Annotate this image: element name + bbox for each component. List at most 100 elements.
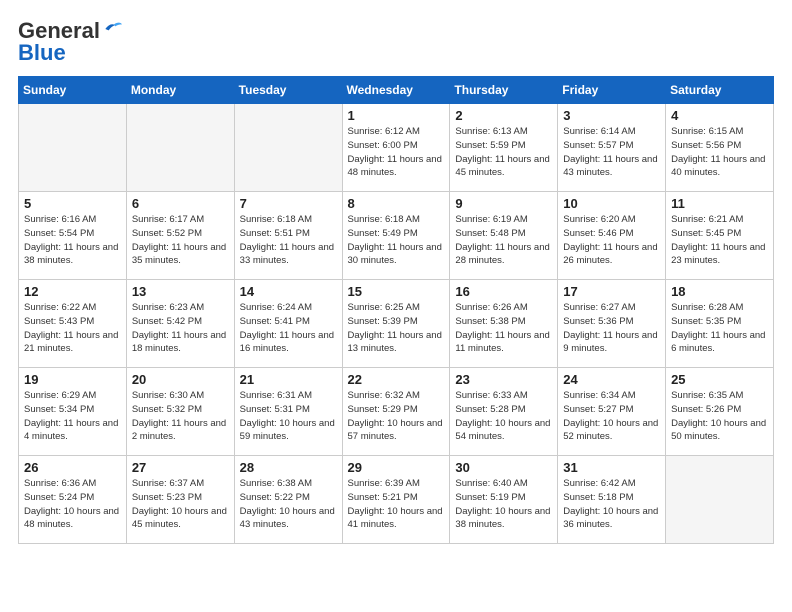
header: General Blue <box>18 18 774 66</box>
calendar-cell: 30 Sunrise: 6:40 AMSunset: 5:19 PMDayligh… <box>450 456 558 544</box>
day-number: 17 <box>563 284 660 299</box>
calendar-cell: 28 Sunrise: 6:38 AMSunset: 5:22 PMDayligh… <box>234 456 342 544</box>
calendar-table: SundayMondayTuesdayWednesdayThursdayFrid… <box>18 76 774 544</box>
day-info: Sunrise: 6:18 AMSunset: 5:49 PMDaylight:… <box>348 213 445 268</box>
calendar-cell: 15 Sunrise: 6:25 AMSunset: 5:39 PMDayligh… <box>342 280 450 368</box>
day-info: Sunrise: 6:40 AMSunset: 5:19 PMDaylight:… <box>455 477 552 532</box>
calendar-cell: 29Sunrise: 6:39 AMSunset: 5:21 PMDayligh… <box>342 456 450 544</box>
day-info: Sunrise: 6:23 AMSunset: 5:42 PMDaylight:… <box>132 301 229 356</box>
day-number: 12 <box>24 284 121 299</box>
day-info: Sunrise: 6:18 AMSunset: 5:51 PMDaylight:… <box>240 213 337 268</box>
calendar-cell: 10Sunrise: 6:20 AMSunset: 5:46 PMDayligh… <box>558 192 666 280</box>
day-number: 30 <box>455 460 552 475</box>
weekday-header-cell: Wednesday <box>342 77 450 104</box>
day-info: Sunrise: 6:38 AMSunset: 5:22 PMDaylight:… <box>240 477 337 532</box>
calendar-cell: 6 Sunrise: 6:17 AMSunset: 5:52 PMDaylight… <box>126 192 234 280</box>
calendar-cell: 25Sunrise: 6:35 AMSunset: 5:26 PMDayligh… <box>666 368 774 456</box>
logo-blue: Blue <box>18 40 66 66</box>
day-number: 10 <box>563 196 660 211</box>
calendar-cell: 18 Sunrise: 6:28 AMSunset: 5:35 PMDayligh… <box>666 280 774 368</box>
day-number: 2 <box>455 108 552 123</box>
calendar-week-row: 19 Sunrise: 6:29 AMSunset: 5:34 PMDayligh… <box>19 368 774 456</box>
day-number: 15 <box>348 284 445 299</box>
day-info: Sunrise: 6:28 AMSunset: 5:35 PMDaylight:… <box>671 301 768 356</box>
day-number: 8 <box>348 196 445 211</box>
calendar-cell: 4Sunrise: 6:15 AMSunset: 5:56 PMDaylight… <box>666 104 774 192</box>
calendar-cell: 23Sunrise: 6:33 AMSunset: 5:28 PMDayligh… <box>450 368 558 456</box>
day-info: Sunrise: 6:16 AMSunset: 5:54 PMDaylight:… <box>24 213 121 268</box>
calendar-cell: 22 Sunrise: 6:32 AMSunset: 5:29 PMDayligh… <box>342 368 450 456</box>
day-number: 9 <box>455 196 552 211</box>
day-info: Sunrise: 6:12 AMSunset: 6:00 PMDaylight:… <box>348 125 445 180</box>
calendar-week-row: 26 Sunrise: 6:36 AMSunset: 5:24 PMDayligh… <box>19 456 774 544</box>
calendar-cell: 7Sunrise: 6:18 AMSunset: 5:51 PMDaylight… <box>234 192 342 280</box>
calendar-cell: 11 Sunrise: 6:21 AMSunset: 5:45 PMDayligh… <box>666 192 774 280</box>
calendar-cell: 8 Sunrise: 6:18 AMSunset: 5:49 PMDaylight… <box>342 192 450 280</box>
day-number: 31 <box>563 460 660 475</box>
day-info: Sunrise: 6:24 AMSunset: 5:41 PMDaylight:… <box>240 301 337 356</box>
logo-bird-icon <box>102 20 122 34</box>
day-number: 1 <box>348 108 445 123</box>
day-number: 16 <box>455 284 552 299</box>
day-info: Sunrise: 6:14 AMSunset: 5:57 PMDaylight:… <box>563 125 660 180</box>
day-number: 21 <box>240 372 337 387</box>
day-number: 26 <box>24 460 121 475</box>
page: General Blue SundayMondayTuesdayWednesda… <box>0 0 792 612</box>
day-info: Sunrise: 6:33 AMSunset: 5:28 PMDaylight:… <box>455 389 552 444</box>
calendar-cell: 27Sunrise: 6:37 AMSunset: 5:23 PMDayligh… <box>126 456 234 544</box>
day-info: Sunrise: 6:42 AMSunset: 5:18 PMDaylight:… <box>563 477 660 532</box>
calendar-cell <box>19 104 127 192</box>
day-info: Sunrise: 6:17 AMSunset: 5:52 PMDaylight:… <box>132 213 229 268</box>
day-info: Sunrise: 6:21 AMSunset: 5:45 PMDaylight:… <box>671 213 768 268</box>
calendar-week-row: 5 Sunrise: 6:16 AMSunset: 5:54 PMDaylight… <box>19 192 774 280</box>
day-info: Sunrise: 6:22 AMSunset: 5:43 PMDaylight:… <box>24 301 121 356</box>
day-info: Sunrise: 6:39 AMSunset: 5:21 PMDaylight:… <box>348 477 445 532</box>
day-info: Sunrise: 6:26 AMSunset: 5:38 PMDaylight:… <box>455 301 552 356</box>
day-info: Sunrise: 6:25 AMSunset: 5:39 PMDaylight:… <box>348 301 445 356</box>
day-info: Sunrise: 6:36 AMSunset: 5:24 PMDaylight:… <box>24 477 121 532</box>
day-number: 18 <box>671 284 768 299</box>
calendar-week-row: 1 Sunrise: 6:12 AMSunset: 6:00 PMDaylight… <box>19 104 774 192</box>
calendar-cell: 31 Sunrise: 6:42 AMSunset: 5:18 PMDayligh… <box>558 456 666 544</box>
day-number: 11 <box>671 196 768 211</box>
calendar-cell <box>234 104 342 192</box>
weekday-header-cell: Friday <box>558 77 666 104</box>
day-number: 19 <box>24 372 121 387</box>
calendar-cell: 17 Sunrise: 6:27 AMSunset: 5:36 PMDayligh… <box>558 280 666 368</box>
day-number: 5 <box>24 196 121 211</box>
weekday-header-cell: Monday <box>126 77 234 104</box>
day-info: Sunrise: 6:31 AMSunset: 5:31 PMDaylight:… <box>240 389 337 444</box>
day-info: Sunrise: 6:19 AMSunset: 5:48 PMDaylight:… <box>455 213 552 268</box>
day-info: Sunrise: 6:34 AMSunset: 5:27 PMDaylight:… <box>563 389 660 444</box>
day-number: 13 <box>132 284 229 299</box>
calendar-cell: 9 Sunrise: 6:19 AMSunset: 5:48 PMDaylight… <box>450 192 558 280</box>
day-number: 28 <box>240 460 337 475</box>
weekday-header-row: SundayMondayTuesdayWednesdayThursdayFrid… <box>19 77 774 104</box>
day-info: Sunrise: 6:13 AMSunset: 5:59 PMDaylight:… <box>455 125 552 180</box>
day-number: 3 <box>563 108 660 123</box>
day-info: Sunrise: 6:29 AMSunset: 5:34 PMDaylight:… <box>24 389 121 444</box>
calendar-cell: 26 Sunrise: 6:36 AMSunset: 5:24 PMDayligh… <box>19 456 127 544</box>
calendar-cell: 2 Sunrise: 6:13 AMSunset: 5:59 PMDaylight… <box>450 104 558 192</box>
day-number: 6 <box>132 196 229 211</box>
logo: General Blue <box>18 18 122 66</box>
day-info: Sunrise: 6:32 AMSunset: 5:29 PMDaylight:… <box>348 389 445 444</box>
calendar-cell: 20 Sunrise: 6:30 AMSunset: 5:32 PMDayligh… <box>126 368 234 456</box>
calendar-cell: 14Sunrise: 6:24 AMSunset: 5:41 PMDayligh… <box>234 280 342 368</box>
calendar-cell: 5 Sunrise: 6:16 AMSunset: 5:54 PMDaylight… <box>19 192 127 280</box>
day-number: 20 <box>132 372 229 387</box>
day-info: Sunrise: 6:37 AMSunset: 5:23 PMDaylight:… <box>132 477 229 532</box>
calendar-cell: 12 Sunrise: 6:22 AMSunset: 5:43 PMDayligh… <box>19 280 127 368</box>
calendar-week-row: 12 Sunrise: 6:22 AMSunset: 5:43 PMDayligh… <box>19 280 774 368</box>
day-info: Sunrise: 6:27 AMSunset: 5:36 PMDaylight:… <box>563 301 660 356</box>
calendar-cell: 13 Sunrise: 6:23 AMSunset: 5:42 PMDayligh… <box>126 280 234 368</box>
calendar-cell: 24Sunrise: 6:34 AMSunset: 5:27 PMDayligh… <box>558 368 666 456</box>
day-info: Sunrise: 6:30 AMSunset: 5:32 PMDaylight:… <box>132 389 229 444</box>
calendar-cell: 16 Sunrise: 6:26 AMSunset: 5:38 PMDayligh… <box>450 280 558 368</box>
calendar-cell: 21 Sunrise: 6:31 AMSunset: 5:31 PMDayligh… <box>234 368 342 456</box>
weekday-header-cell: Saturday <box>666 77 774 104</box>
weekday-header-cell: Tuesday <box>234 77 342 104</box>
day-number: 4 <box>671 108 768 123</box>
calendar-cell <box>666 456 774 544</box>
day-number: 22 <box>348 372 445 387</box>
